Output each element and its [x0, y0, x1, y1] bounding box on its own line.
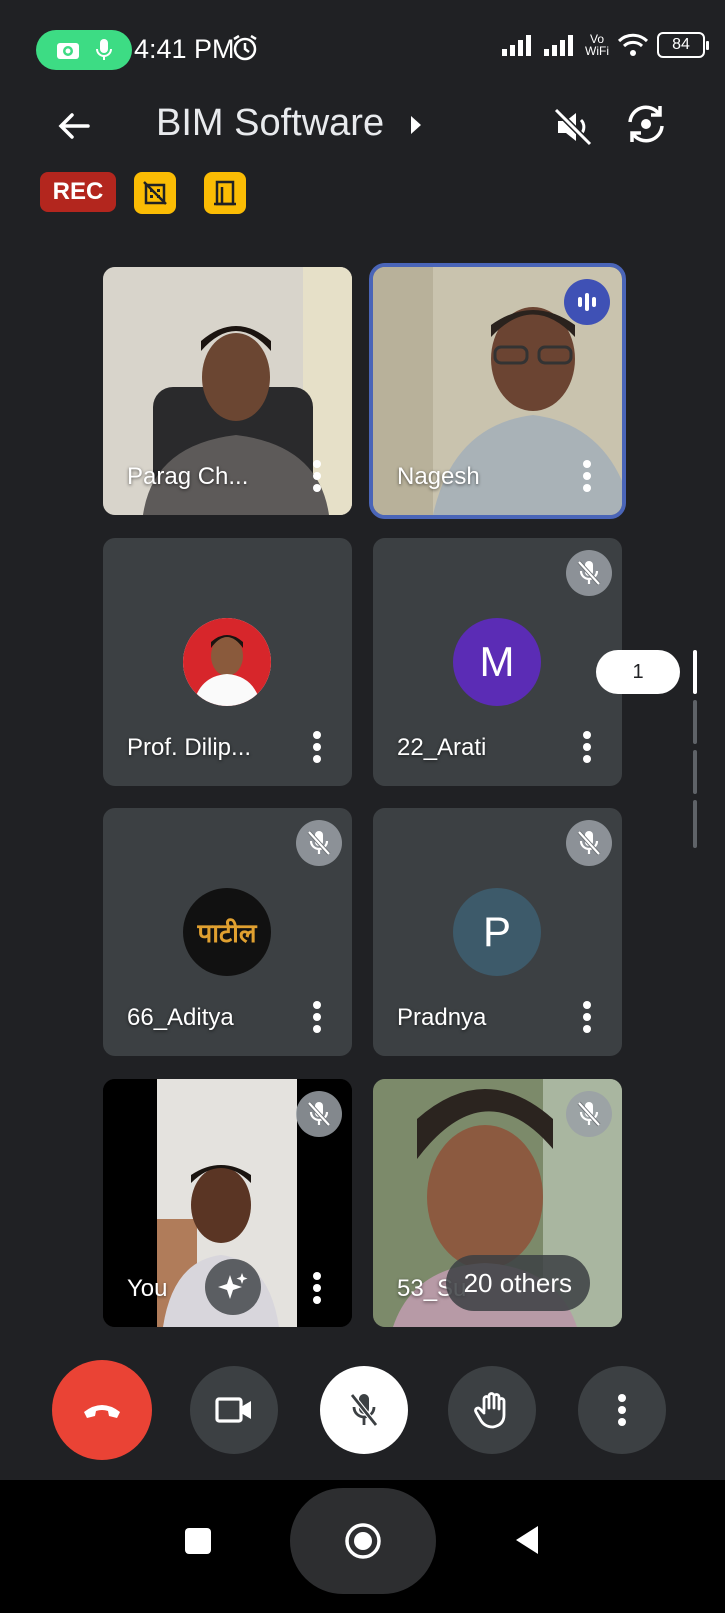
mic-off-icon: [307, 830, 331, 856]
system-navigation-bar: [0, 1480, 725, 1613]
muted-indicator: [566, 820, 612, 866]
others-count-chip[interactable]: 20 others: [445, 1255, 590, 1311]
clock: 4:41 PM: [134, 34, 235, 64]
participant-tile[interactable]: Prof. Dilip...: [103, 538, 352, 786]
raise-hand-button[interactable]: [448, 1366, 536, 1454]
recent-apps-button[interactable]: [185, 1528, 211, 1554]
more-vertical-icon: [618, 1394, 626, 1426]
participant-name: You: [127, 1275, 168, 1302]
alarm-icon: [233, 34, 257, 61]
more-options-icon[interactable]: [312, 1000, 322, 1034]
hand-icon: [474, 1392, 506, 1429]
participant-name: Pradnya: [397, 1004, 487, 1031]
mic-off-icon: [577, 560, 601, 586]
microphone-toggle-button[interactable]: [320, 1366, 408, 1454]
participant-tile[interactable]: पाटील 66_Aditya: [103, 808, 352, 1056]
speaking-indicator: [564, 279, 610, 325]
flip-camera-icon[interactable]: [624, 102, 668, 146]
participant-tile-active-speaker[interactable]: Nagesh: [369, 263, 626, 519]
camera-toggle-button[interactable]: [190, 1366, 278, 1454]
audio-bars-icon: [578, 293, 596, 311]
status-bar: 4:41 PM Vo WiFi 84: [0, 0, 725, 72]
mic-off-icon: [350, 1393, 378, 1427]
more-options-button[interactable]: [578, 1366, 666, 1454]
muted-indicator: [296, 1091, 342, 1137]
page-indicator[interactable]: 1: [596, 650, 680, 694]
participant-name: Parag Ch...: [127, 463, 249, 490]
home-button[interactable]: [290, 1488, 436, 1594]
signal-icon: [502, 35, 531, 56]
participant-name: 22_Arati: [397, 734, 487, 761]
more-options-icon[interactable]: [582, 1000, 592, 1034]
muted-indicator: [566, 1091, 612, 1137]
mic-off-icon: [577, 1101, 601, 1127]
battery-indicator: 84: [657, 32, 709, 58]
back-triangle-icon[interactable]: [512, 1524, 542, 1556]
participant-name: 66_Aditya: [127, 1004, 234, 1031]
companion-mode-badge[interactable]: [204, 172, 246, 214]
end-call-button[interactable]: [52, 1360, 152, 1460]
recording-badge[interactable]: REC: [40, 172, 116, 212]
participant-tile-overflow[interactable]: 53_Su 20 others: [373, 1079, 622, 1327]
hang-up-icon: [84, 1405, 120, 1418]
sparkle-icon: [218, 1273, 248, 1299]
vowifi-label: Vo WiFi: [585, 32, 609, 58]
participant-tile[interactable]: P Pradnya: [373, 808, 622, 1056]
participant-name: Prof. Dilip...: [127, 734, 252, 761]
page-scroll-segment[interactable]: [693, 750, 697, 794]
muted-indicator: [566, 550, 612, 596]
screen-recording-pill[interactable]: [36, 30, 132, 70]
effects-button[interactable]: [205, 1259, 261, 1315]
more-options-icon[interactable]: [312, 730, 322, 764]
microphone-icon: [95, 39, 112, 60]
camera-icon: [56, 43, 79, 59]
door-icon: [214, 180, 236, 206]
caret-right-icon[interactable]: [408, 114, 424, 136]
participant-name: Nagesh: [397, 463, 480, 490]
participant-avatar: P: [453, 888, 541, 976]
muted-indicator: [296, 820, 342, 866]
participant-tile[interactable]: Parag Ch...: [103, 267, 352, 515]
self-view-tile[interactable]: You: [103, 1079, 352, 1327]
home-circle-icon: [345, 1523, 381, 1559]
more-options-icon[interactable]: [312, 1271, 322, 1305]
signal-icon: [544, 35, 573, 56]
participant-avatar: [183, 618, 271, 706]
building-off-icon: [143, 181, 167, 205]
wifi-icon: [617, 33, 649, 56]
participant-tile[interactable]: M 22_Arati: [373, 538, 622, 786]
page-scroll-segment[interactable]: [693, 800, 697, 848]
more-options-icon[interactable]: [582, 730, 592, 764]
avatar-photo: [183, 618, 271, 706]
meeting-title[interactable]: BIM Software: [156, 102, 384, 145]
page-scroll-segment-active[interactable]: [693, 650, 697, 694]
video-camera-icon: [215, 1397, 251, 1423]
participant-avatar: पाटील: [183, 888, 271, 976]
page-scroll-segment[interactable]: [693, 700, 697, 744]
status-icons: Vo WiFi 84: [501, 32, 709, 58]
meet-call-screen: 4:41 PM Vo WiFi 84 BIM Software REC Para…: [0, 0, 725, 1613]
more-options-icon[interactable]: [312, 459, 322, 493]
participant-avatar: M: [453, 618, 541, 706]
mic-off-icon: [577, 830, 601, 856]
speaker-off-icon[interactable]: [550, 104, 596, 150]
host-controls-badge[interactable]: [134, 172, 176, 214]
back-arrow-icon[interactable]: [52, 104, 96, 148]
mic-off-icon: [307, 1101, 331, 1127]
more-options-icon[interactable]: [582, 459, 592, 493]
